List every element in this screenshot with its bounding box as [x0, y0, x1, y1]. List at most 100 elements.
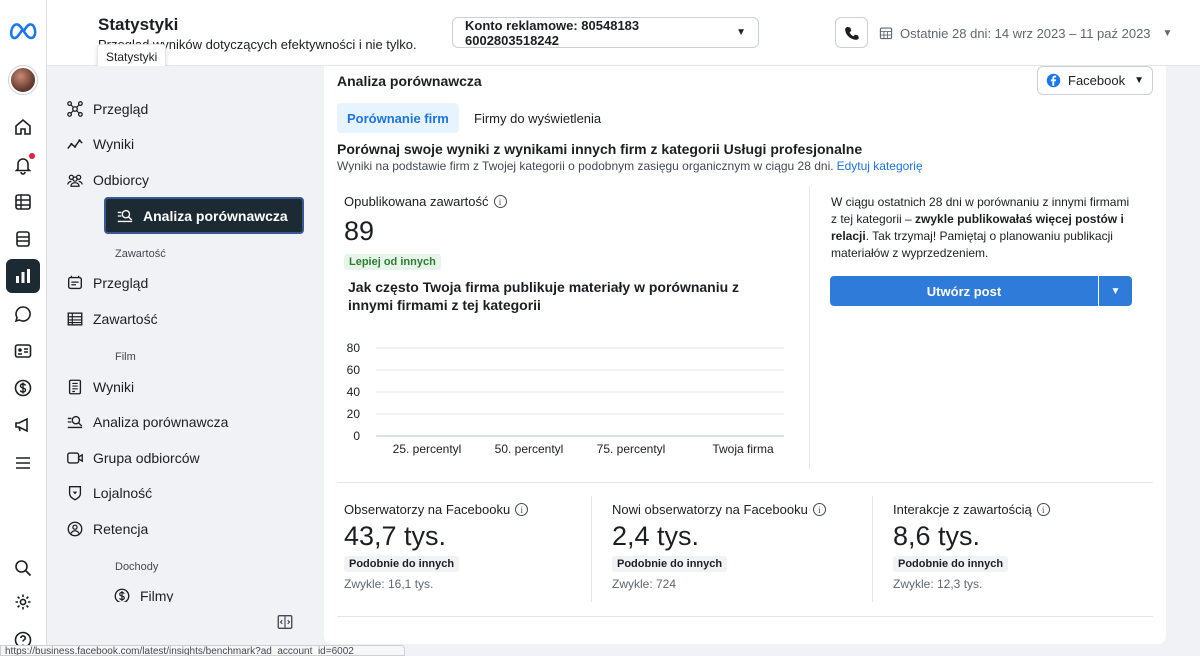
settings-gear-icon[interactable] [8, 587, 38, 617]
sidebar-item-film-results[interactable]: Wyniki [56, 369, 258, 405]
sidebar-item-label: Wyniki [93, 379, 135, 395]
chat-bubble-icon[interactable] [8, 299, 38, 329]
page-title: Statystyki [98, 15, 179, 34]
create-post-button[interactable]: Utwórz post [830, 276, 1098, 306]
y-tick-label: 60 [347, 363, 361, 377]
ad-account-dropdown[interactable]: Konto reklamowe: 80548183 6002803518242 … [452, 17, 759, 48]
comparison-badge: Lepiej od innych [344, 254, 441, 270]
published-label: Opublikowana zawartość [344, 194, 489, 209]
sidebar-item-audience[interactable]: Odbiorcy [56, 162, 258, 198]
sidebar-item-label: Grupa odbiorców [93, 450, 200, 466]
phone-button[interactable] [835, 17, 868, 48]
info-icon[interactable]: i [493, 195, 507, 208]
insights-chart-icon[interactable] [6, 259, 40, 293]
stat-value: 43,7 tys. [344, 521, 447, 551]
sidebar-item-retention[interactable]: Retencja [56, 511, 258, 547]
stat-divider [591, 496, 592, 602]
x-tick-label: 50. percentyl [495, 442, 564, 456]
metric-label: Nowi obserwatorzy na Facebooku i [612, 502, 826, 517]
sidebar-clip: Filmy [103, 578, 313, 602]
left-rail [0, 0, 47, 656]
collapse-sidebar-icon[interactable] [276, 613, 294, 631]
caret-down-icon: ▼ [1110, 285, 1121, 297]
metric-label: Obserwatorzy na Facebooku i [344, 502, 529, 517]
sidebar-item-label: Analiza porównawcza [143, 207, 288, 224]
recommendation-text: W ciągu ostatnich 28 dni w porównaniu z … [831, 194, 1131, 262]
meta-logo-icon[interactable] [8, 18, 40, 42]
tab-businesses-to-view[interactable]: Firmy do wyświetlenia [464, 103, 611, 133]
sidebar-item-label: Filmy [140, 588, 174, 602]
sidebar-section-income: Dochody [115, 561, 159, 573]
menu-icon[interactable] [8, 448, 38, 478]
benchmark-card: Analiza porównawcza Facebook ▼ Porównani… [324, 66, 1166, 644]
x-tick-label: Twoja firma [712, 442, 774, 456]
trend-icon [66, 135, 84, 153]
shield-icon [66, 484, 84, 502]
sidebar-item-label: Analiza porównawcza [93, 414, 229, 430]
caret-down-icon: ▼ [1162, 27, 1173, 39]
benchmark-icon [66, 413, 84, 431]
create-post-menu-button[interactable]: ▼ [1099, 276, 1132, 306]
platform-dropdown[interactable]: Facebook ▼ [1037, 66, 1153, 95]
chart-title: Jak często Twoja firma publikuje materia… [348, 279, 740, 313]
sidebar-item-benchmark[interactable]: Analiza porównawcza [104, 197, 304, 234]
dollar-circle-icon[interactable] [8, 373, 38, 403]
calendar-grid-icon [879, 27, 893, 40]
edit-category-link[interactable]: Edytuj kategorię [837, 159, 923, 173]
sidebar-item-loyalty[interactable]: Lojalność [56, 475, 258, 511]
search-icon[interactable] [8, 553, 38, 583]
info-icon[interactable]: i [515, 503, 529, 516]
stat-usual: Zwykle: 12,3 tys. [893, 577, 983, 591]
stat-label: Nowi obserwatorzy na Facebooku [612, 502, 808, 517]
sidebar-item-content-overview[interactable]: Przegląd [56, 265, 258, 301]
caret-down-icon: ▼ [1134, 75, 1144, 86]
sidebar-item-content[interactable]: Zawartość [56, 301, 258, 337]
sidebar-item-label: Zawartość [93, 311, 158, 327]
stat-usual: Zwykle: 16,1 tys. [344, 577, 434, 591]
status-bar-url: https://business.facebook.com/latest/ins… [0, 645, 405, 656]
table-icon [66, 310, 84, 328]
date-range-picker[interactable]: Ostatnie 28 dni: 14 wrz 2023 – 11 paź 20… [879, 18, 1172, 48]
avatar[interactable] [9, 66, 37, 94]
section-title: Analiza porównawcza [337, 73, 482, 89]
stat-label: Interakcje z zawartością [893, 502, 1032, 517]
home-icon[interactable] [8, 112, 38, 142]
grid-icon[interactable] [8, 187, 38, 217]
sidebar-item-label: Lojalność [93, 485, 153, 501]
tab-business-comparison[interactable]: Porównanie firm [337, 103, 459, 133]
caret-down-icon: ▼ [736, 27, 746, 38]
metric-label: Interakcje z zawartością i [893, 502, 1050, 517]
compare-description-text: Wyniki na podstawie firm z Twojej katego… [337, 159, 834, 173]
horizontal-divider [337, 482, 1153, 483]
user-circle-icon [66, 520, 84, 538]
y-tick-label: 40 [347, 385, 361, 399]
top-header: Statystyki Przegląd wyników dotyczących … [47, 0, 1200, 70]
info-icon[interactable]: i [812, 503, 826, 516]
stat-interactions: Interakcje z zawartością i 8,6 tys. Podob… [893, 502, 1050, 591]
contact-card-icon[interactable] [8, 336, 38, 366]
sidebar-item-results[interactable]: Wyniki [56, 126, 258, 162]
sidebar-section-content: Zawartość [115, 248, 166, 260]
stat-usual: Zwykle: 724 [612, 577, 677, 591]
published-content-metric: Opublikowana zawartość i [344, 194, 507, 209]
sidebar-item-film-benchmark[interactable]: Analiza porównawcza [56, 404, 258, 440]
report-icon [66, 378, 84, 396]
compare-heading: Porównaj swoje wyniki z wynikami innych … [337, 141, 863, 157]
bell-icon[interactable] [8, 150, 38, 180]
sidebar-item-overview[interactable]: Przegląd [56, 91, 258, 127]
megaphone-icon[interactable] [8, 410, 38, 440]
notification-dot [29, 153, 35, 159]
phone-icon [844, 26, 859, 40]
sidebar-item-label: Retencja [93, 521, 149, 537]
stat-badge: Podobnie do innych [344, 556, 460, 572]
sidebar-item-audience-group[interactable]: Grupa odbiorców [56, 440, 258, 476]
pages-icon[interactable] [8, 224, 38, 254]
sidebar-item-films[interactable]: Filmy [103, 578, 305, 602]
x-tick-label: 25. percentyl [393, 442, 462, 456]
horizontal-divider [337, 616, 1153, 617]
sidebar-item-label: Przegląd [93, 101, 149, 117]
network-icon [66, 100, 84, 118]
info-icon[interactable]: i [1036, 503, 1050, 516]
platform-label: Facebook [1068, 73, 1126, 88]
stat-value: 2,4 tys. [612, 521, 700, 551]
